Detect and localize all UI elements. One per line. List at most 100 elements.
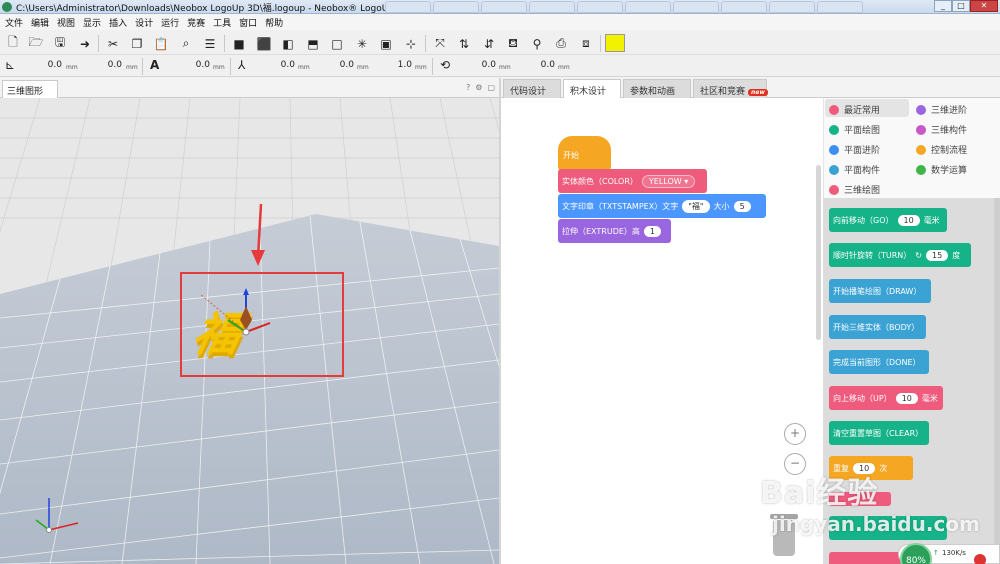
menu-contest[interactable]: 竞赛 — [184, 14, 208, 30]
palette-block-up[interactable]: 向上移动（UP） 10 毫米 — [829, 386, 943, 410]
toolbar-separator — [224, 35, 225, 52]
scale-y-field[interactable]: 0.0 — [312, 60, 354, 74]
category-recent[interactable]: 最近常用 — [829, 103, 880, 116]
extrude-block[interactable]: 拉伸（EXTRUDE）高 1 — [558, 219, 671, 243]
palette-scrollbar[interactable] — [994, 198, 1000, 564]
taskbar-tab[interactable] — [385, 1, 431, 13]
rotate-a-field[interactable]: 0.0 — [456, 60, 496, 74]
new-file-icon[interactable]: 🗋 — [3, 34, 23, 53]
category-2d-parts[interactable]: 平面构件 — [829, 163, 880, 176]
move-down-icon[interactable]: ⇵ — [479, 34, 499, 53]
paint-bucket-icon[interactable]: ⛾ — [503, 34, 523, 53]
cube-axis-icon[interactable]: ⊹ — [401, 34, 421, 53]
box-icon[interactable]: ⧈ — [576, 34, 596, 53]
cube-outline-icon[interactable]: □ — [327, 34, 347, 53]
scale-x-field[interactable]: 0.0 — [255, 60, 295, 74]
menu-run[interactable]: 运行 — [158, 14, 182, 30]
taskbar-tab[interactable] — [433, 1, 479, 13]
palette-block-turn[interactable]: 顺时针旋转（TURN） ↻ 15 度 — [829, 243, 971, 267]
category-3d-parts[interactable]: 三维构件 — [916, 123, 967, 136]
stamp-size-input[interactable]: 5 — [733, 200, 751, 212]
palette-value[interactable]: 10 — [895, 392, 918, 404]
palette-block-label: 完成当前图形（DONE） — [833, 357, 921, 367]
stamp-text-input[interactable]: "福" — [682, 199, 710, 213]
tab-3d-view[interactable]: 三维图形 — [2, 80, 58, 98]
workspace-scrollbar[interactable] — [816, 165, 821, 340]
color-dropdown[interactable]: YELLOW ▾ — [641, 174, 696, 188]
export-icon[interactable]: ➜ — [75, 34, 95, 53]
tab-code-design[interactable]: 代码设计 — [503, 79, 561, 98]
palette-block-done[interactable]: 完成当前图形（DONE） — [829, 350, 929, 374]
copy-icon[interactable]: ❐ — [127, 34, 147, 53]
help-icon[interactable]: ? — [466, 83, 470, 92]
category-2d-advanced[interactable]: 平面进阶 — [829, 143, 880, 156]
tab-block-design[interactable]: 积木设计 — [563, 79, 621, 98]
move-up-icon[interactable]: ⇅ — [454, 34, 474, 53]
maximize-button[interactable]: □ — [952, 0, 970, 12]
position-y-field[interactable]: 0.0 — [80, 60, 122, 74]
palette-block-body[interactable]: 开始三维实体（BODY） — [829, 315, 926, 339]
menu-view[interactable]: 视图 — [54, 14, 78, 30]
pin-icon[interactable]: ⚲ — [527, 34, 547, 53]
taskbar-tab[interactable] — [625, 1, 671, 13]
cube-frame-icon[interactable]: ▣ — [376, 34, 396, 53]
maximize-panel-icon[interactable]: ▢ — [487, 83, 495, 92]
cube-top-icon[interactable]: ⬒ — [303, 34, 323, 53]
search-icon[interactable]: ⌕ — [176, 34, 196, 53]
taskbar-tab[interactable] — [481, 1, 527, 13]
taskbar-tab[interactable] — [577, 1, 623, 13]
close-button[interactable]: ✕ — [970, 0, 998, 12]
color-swatch-button[interactable] — [605, 34, 625, 52]
taskbar-tab[interactable] — [817, 1, 863, 13]
palette-block-clear[interactable]: 清空重置草图（CLEAR） — [829, 421, 929, 445]
3d-viewport[interactable]: 福 福 — [0, 98, 499, 564]
category-dot — [829, 104, 839, 115]
palette-value[interactable]: 10 — [897, 214, 920, 226]
text-stamp-block[interactable]: 文字印章（TXTSTAMPEX）文字 "福" 大小 5 — [558, 194, 766, 218]
menu-window[interactable]: 窗口 — [236, 14, 260, 30]
taskbar-tab[interactable] — [721, 1, 767, 13]
text-size-field[interactable]: 0.0 — [168, 60, 210, 74]
menu-edit[interactable]: 编辑 — [28, 14, 52, 30]
minimize-button[interactable]: _ — [934, 0, 952, 12]
taskbar-tab[interactable] — [769, 1, 815, 13]
color-block[interactable]: 实体颜色（COLOR） YELLOW ▾ — [558, 169, 707, 193]
category-math[interactable]: 数学运算 — [916, 163, 967, 176]
palette-block-go[interactable]: 向前移动（GO） 10 毫米 — [829, 208, 947, 232]
camera-icon[interactable]: ⎙ — [551, 34, 571, 53]
palette-block-draw[interactable]: 开始播笔绘图（DRAW） — [829, 279, 931, 303]
menu-file[interactable]: 文件 — [2, 14, 26, 30]
start-block[interactable]: 开始 — [558, 136, 611, 170]
tab-params-animation[interactable]: 参数和动画 — [623, 79, 691, 98]
menu-insert[interactable]: 插入 — [106, 14, 130, 30]
cube-solid-icon[interactable]: ■ — [229, 34, 249, 53]
menu-display[interactable]: 显示 — [80, 14, 104, 30]
category-3d-advanced[interactable]: 三维进阶 — [916, 103, 967, 116]
category-2d-draw[interactable]: 平面绘图 — [829, 123, 880, 136]
cube-front-icon[interactable]: ⬛ — [254, 34, 274, 53]
menu-help[interactable]: 帮助 — [262, 14, 286, 30]
taskbar-tab[interactable] — [673, 1, 719, 13]
open-folder-icon[interactable]: 🗁 — [26, 34, 46, 53]
zoom-in-button[interactable]: + — [784, 423, 806, 445]
fit-view-icon[interactable]: ⤧ — [430, 34, 450, 53]
extrude-height-input[interactable]: 1 — [643, 225, 662, 237]
paste-icon[interactable]: 📋 — [151, 34, 171, 53]
taskbar-tab[interactable] — [529, 1, 575, 13]
cube-side-icon[interactable]: ◧ — [278, 34, 298, 53]
category-3d-draw[interactable]: 三维绘图 — [829, 183, 880, 196]
rotate-b-field[interactable]: 0.0 — [513, 60, 555, 74]
position-x-field[interactable]: 0.0 — [22, 60, 62, 74]
category-control-flow[interactable]: 控制流程 — [916, 143, 967, 156]
cut-icon[interactable]: ✂ — [103, 34, 123, 53]
menu-design[interactable]: 设计 — [132, 14, 156, 30]
tab-community[interactable]: 社区和竞赛 new — [693, 79, 768, 98]
menu-tools[interactable]: 工具 — [210, 14, 234, 30]
save-icon[interactable]: 🖫 — [50, 34, 70, 53]
indent-icon[interactable]: ☰ — [200, 34, 220, 53]
cube-exploded-icon[interactable]: ✳ — [352, 34, 372, 53]
settings-icon[interactable]: ⚙ — [475, 83, 482, 92]
palette-value[interactable]: 15 — [926, 249, 949, 261]
network-alert-icon[interactable] — [974, 554, 986, 564]
scale-z-field[interactable]: 1.0 — [370, 60, 412, 74]
